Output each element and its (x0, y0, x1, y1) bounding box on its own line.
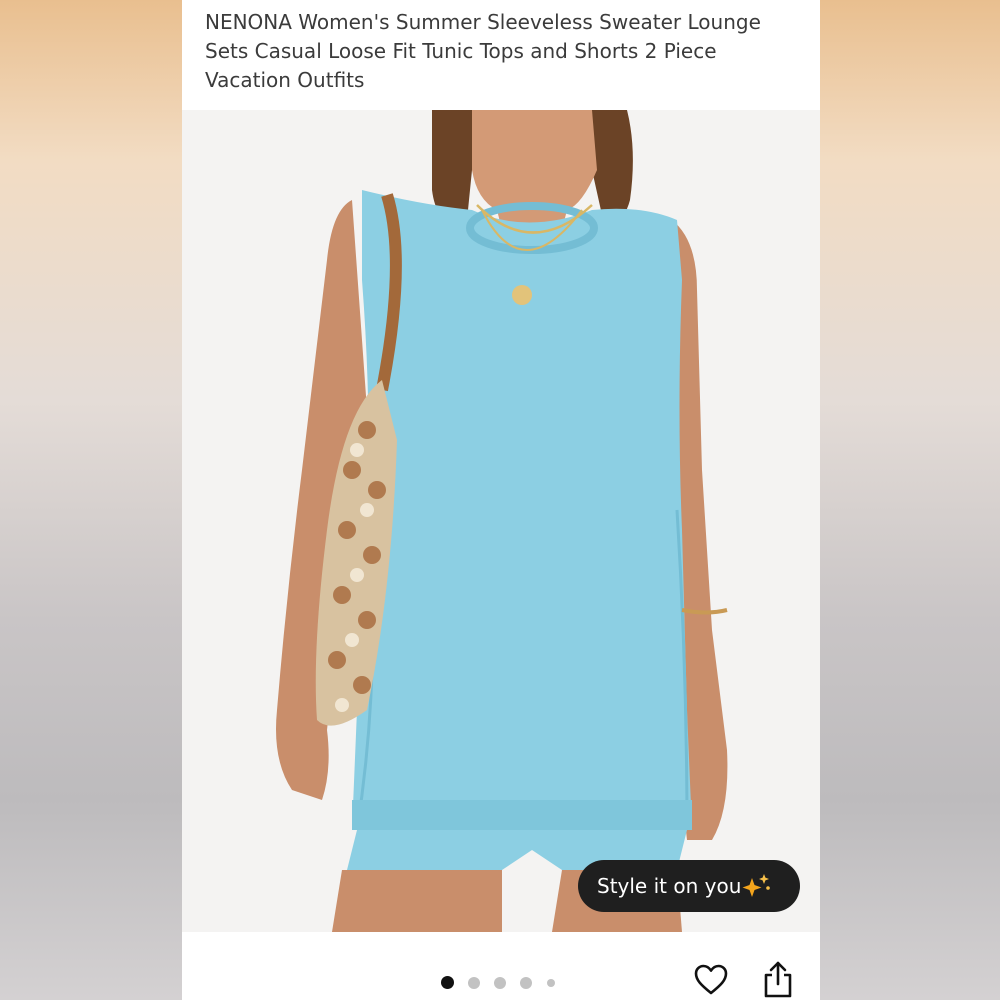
product-card: NENONA Women's Summer Sleeveless Sweater… (182, 0, 820, 1000)
carousel-dot-3[interactable] (494, 976, 506, 989)
carousel-dot-5[interactable] (547, 978, 555, 987)
sparkle-icon (742, 874, 770, 897)
heart-icon[interactable] (693, 962, 729, 998)
style-it-on-you-label: Style it on you (597, 874, 742, 898)
style-it-on-you-button[interactable]: Style it on you (578, 860, 800, 912)
title-area: NENONA Women's Summer Sleeveless Sweater… (182, 0, 820, 108)
product-title: NENONA Women's Summer Sleeveless Sweater… (205, 10, 761, 92)
image-action-bar (182, 932, 820, 1000)
product-image[interactable] (182, 110, 820, 932)
share-icon[interactable] (762, 960, 794, 1000)
carousel-dot-2[interactable] (468, 976, 480, 989)
product-photo-illustration (182, 110, 820, 932)
carousel-dot-1[interactable] (441, 976, 454, 989)
carousel-dot-4[interactable] (520, 976, 532, 989)
